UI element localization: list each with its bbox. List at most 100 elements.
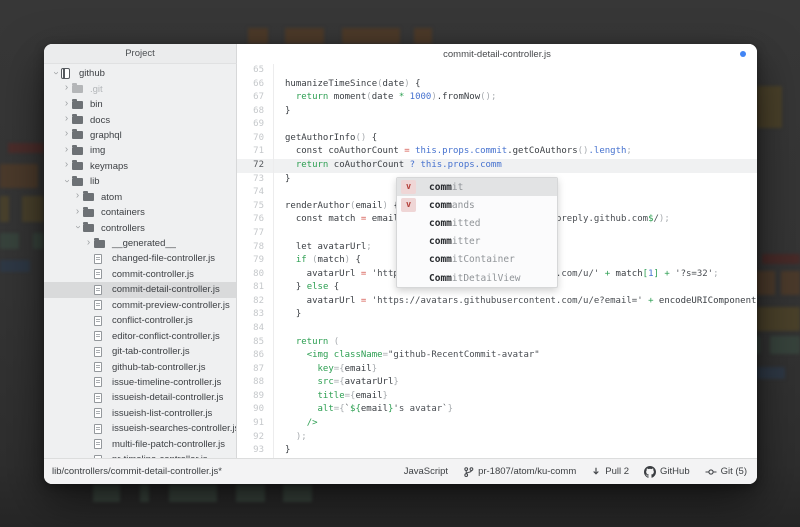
chevron-down-icon[interactable]: › (51, 67, 62, 78)
tree-item-conflict-controller.js[interactable]: conflict-controller.js (44, 313, 236, 328)
line-number[interactable]: 72 (237, 159, 273, 173)
line-number[interactable]: 87 (237, 363, 273, 377)
line-number[interactable]: 74 (237, 186, 273, 200)
code-line[interactable]: 92 ); (237, 430, 757, 445)
tree-item-commit-preview-controller.js[interactable]: commit-preview-controller.js (44, 298, 236, 313)
line-number[interactable]: 89 (237, 390, 273, 404)
chevron-right-icon[interactable]: › (61, 144, 72, 155)
autocomplete-item[interactable]: v comm ands (397, 196, 557, 214)
code-line[interactable]: 65 (237, 64, 757, 78)
chevron-right-icon[interactable]: › (61, 98, 72, 109)
line-number[interactable]: 85 (237, 336, 273, 350)
code-line[interactable]: 71 const coAuthorCount = this.props.comm… (237, 145, 757, 160)
chevron-right-icon[interactable]: › (61, 160, 72, 170)
tree-item-issue-timeline-controller.js[interactable]: issue-timeline-controller.js (44, 375, 236, 390)
line-number[interactable]: 67 (237, 91, 273, 105)
code-line[interactable]: 85 return ( (237, 335, 757, 350)
tree-item-keymaps[interactable]: › keymaps (44, 159, 236, 174)
tree-item-issueish-list-controller.js[interactable]: issueish-list-controller.js (44, 406, 236, 421)
code-line[interactable]: 88 src={avatarUrl} (237, 376, 757, 390)
line-number[interactable]: 86 (237, 349, 273, 363)
tree-item-editor-conflict-controller.js[interactable]: editor-conflict-controller.js (44, 328, 236, 343)
tree-item-github[interactable]: › github (44, 66, 236, 81)
autocomplete-item[interactable]: Comm itDetailView (397, 269, 557, 287)
code-line[interactable]: 93} (237, 444, 757, 458)
line-number[interactable]: 93 (237, 444, 273, 458)
status-item-git-5-[interactable]: Git (5) (705, 466, 747, 478)
line-number[interactable]: 91 (237, 417, 273, 431)
line-number[interactable]: 73 (237, 173, 273, 187)
line-number[interactable]: 82 (237, 295, 273, 309)
chevron-right-icon[interactable]: › (61, 129, 72, 139)
file-tree[interactable]: › github › .git › bin › docs › graphql › img › keymap… (44, 64, 237, 458)
code-line[interactable]: 84 (237, 321, 757, 336)
line-number[interactable]: 79 (237, 254, 273, 268)
code-line[interactable]: 86 <img className="github-RecentCommit-a… (237, 349, 757, 363)
code-line-text: title={email} (273, 389, 757, 404)
tree-item-issueish-detail-controller.js[interactable]: issueish-detail-controller.js (44, 390, 236, 405)
code-line[interactable]: 69 (237, 118, 757, 132)
tree-item-changed-file-controller.js[interactable]: changed-file-controller.js (44, 251, 236, 266)
tree-item-img[interactable]: › img (44, 143, 236, 158)
autocomplete-item[interactable]: comm itted (397, 214, 557, 232)
tree-item-atom[interactable]: › atom (44, 190, 236, 205)
status-item-pr-1807-atom-ku-comm[interactable]: pr-1807/atom/ku-comm (463, 466, 576, 478)
tree-item-docs[interactable]: › docs (44, 112, 236, 127)
line-number[interactable]: 77 (237, 227, 273, 241)
line-number[interactable]: 83 (237, 308, 273, 322)
code-line[interactable]: 82 avatarUrl = 'https://avatars.githubus… (237, 294, 757, 309)
line-number[interactable]: 70 (237, 132, 273, 146)
chevron-right-icon[interactable]: › (72, 191, 83, 201)
chevron-right-icon[interactable]: › (83, 237, 94, 248)
tree-item-commit-detail-controller.js[interactable]: commit-detail-controller.js (44, 282, 236, 298)
chevron-right-icon[interactable]: › (72, 206, 83, 217)
tree-item-git-tab-controller.js[interactable]: git-tab-controller.js (44, 344, 236, 359)
tree-item-bin[interactable]: › bin (44, 97, 236, 112)
line-number[interactable]: 68 (237, 105, 273, 119)
tree-item-graphql[interactable]: › graphql (44, 128, 236, 143)
line-number[interactable]: 90 (237, 403, 273, 417)
code-line[interactable]: 90 alt={`${email}'s avatar`} (237, 403, 757, 418)
line-number[interactable]: 84 (237, 322, 273, 336)
tree-item-controllers[interactable]: › controllers (44, 220, 236, 235)
chevron-down-icon[interactable]: › (62, 175, 73, 186)
line-number[interactable]: 66 (237, 78, 273, 92)
autocomplete-item[interactable]: v comm it (397, 178, 557, 197)
code-line[interactable]: 66 humanizeTimeSince(date) { (237, 77, 757, 92)
code-line[interactable]: 67 return moment(date * 1000).fromNow(); (237, 91, 757, 105)
tree-item-commit-controller.js[interactable]: commit-controller.js (44, 267, 236, 282)
tree-item-lib[interactable]: › lib (44, 174, 236, 189)
autocomplete-item[interactable]: comm itContainer (397, 251, 557, 269)
chevron-right-icon[interactable]: › (61, 83, 72, 93)
code-line[interactable]: 89 title={email} (237, 389, 757, 404)
tree-item-github-tab-controller.js[interactable]: github-tab-controller.js (44, 359, 236, 374)
tree-item-.git[interactable]: › .git (44, 81, 236, 96)
status-item-github[interactable]: GitHub (644, 465, 690, 478)
status-item-pull-2[interactable]: Pull 2 (591, 466, 629, 477)
code-line[interactable]: 68} (237, 104, 757, 119)
code-line[interactable]: 72 return coAuthorCount ? this.props.com… (237, 159, 757, 173)
autocomplete-item[interactable]: comm itter (397, 233, 557, 251)
tree-item-__generated__[interactable]: › __generated__ (44, 236, 236, 251)
code-line[interactable]: 70 getAuthorInfo() { (237, 131, 757, 146)
line-number[interactable]: 71 (237, 145, 273, 159)
line-number[interactable]: 65 (237, 64, 273, 78)
code-line[interactable]: 91 /> (237, 417, 757, 431)
status-item-javascript[interactable]: JavaScript (404, 466, 448, 477)
line-number[interactable]: 80 (237, 268, 273, 282)
chevron-down-icon[interactable]: › (73, 222, 84, 233)
code-line[interactable]: 83 } (237, 308, 757, 322)
tree-item-issueish-searches-controller.js[interactable]: issueish-searches-controller.js (44, 421, 236, 436)
line-number[interactable]: 88 (237, 376, 273, 390)
line-number[interactable]: 69 (237, 118, 273, 132)
tree-item-multi-file-patch-controller.js[interactable]: multi-file-patch-controller.js (44, 437, 236, 452)
line-number[interactable]: 81 (237, 281, 273, 295)
code-line[interactable]: 87 key={email} (237, 362, 757, 377)
line-number[interactable]: 76 (237, 213, 273, 227)
chevron-right-icon[interactable]: › (61, 114, 72, 124)
line-number[interactable]: 75 (237, 200, 273, 214)
line-number[interactable]: 78 (237, 241, 273, 255)
tree-item-containers[interactable]: › containers (44, 205, 236, 220)
line-number[interactable]: 92 (237, 431, 273, 445)
tab-bar[interactable]: commit-detail-controller.js (237, 44, 757, 64)
